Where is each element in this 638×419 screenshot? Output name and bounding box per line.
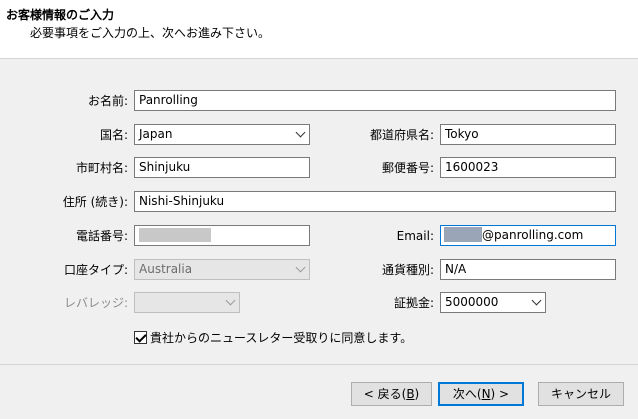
next-button-text: 次へ( bbox=[452, 387, 482, 401]
email-selection-highlight bbox=[444, 227, 482, 242]
city-field[interactable]: Shinjuku bbox=[134, 157, 310, 178]
newsletter-label: 貴社からのニュースレター受取りに同意します。 bbox=[150, 331, 413, 345]
page-title: お客様情報のご入力 bbox=[6, 8, 115, 22]
back-button-accesskey: B bbox=[406, 387, 415, 401]
back-button-text-end: ) bbox=[414, 387, 420, 401]
postal-code-field[interactable]: 1600023 bbox=[440, 157, 616, 178]
footer-divider bbox=[0, 364, 638, 365]
chevron-down-icon bbox=[295, 262, 306, 273]
email-field[interactable]: @panrolling.com bbox=[440, 225, 616, 246]
name-field[interactable]: Panrolling bbox=[134, 90, 616, 111]
redacted-phone bbox=[139, 227, 211, 242]
currency-label: 通貨種別: bbox=[381, 263, 434, 277]
leverage-select[interactable] bbox=[134, 292, 240, 313]
chevron-down-icon bbox=[225, 295, 236, 306]
postal-label: 郵便番号: bbox=[381, 161, 434, 175]
chevron-down-icon bbox=[531, 295, 542, 306]
address-field[interactable]: Nishi-Shinjuku bbox=[134, 191, 616, 212]
newsletter-option[interactable]: 貴社からのニュースレター受取りに同意します。 bbox=[134, 330, 412, 346]
phone-label: 電話番号: bbox=[75, 229, 128, 243]
phone-field[interactable] bbox=[134, 225, 310, 246]
currency-field[interactable]: N/A bbox=[440, 259, 616, 280]
wizard-header: お客様情報のご入力 必要事項をご入力の上、次へお進み下さい。 bbox=[0, 0, 638, 59]
prefecture-label: 都道府県名: bbox=[369, 128, 434, 142]
account-type-label: 口座タイプ: bbox=[63, 263, 128, 277]
next-button-accesskey: N bbox=[481, 387, 491, 401]
country-select[interactable]: Japan bbox=[134, 124, 310, 145]
next-button[interactable]: 次へ(N) > bbox=[438, 382, 524, 406]
deposit-label: 証拠金: bbox=[393, 296, 434, 310]
newsletter-checkbox[interactable] bbox=[134, 331, 147, 344]
chevron-down-icon bbox=[295, 127, 306, 138]
email-label: Email: bbox=[396, 229, 434, 243]
page-subtitle: 必要事項をご入力の上、次へお進み下さい。 bbox=[30, 26, 271, 40]
cancel-button[interactable]: キャンセル bbox=[538, 382, 624, 406]
country-label: 国名: bbox=[99, 128, 128, 142]
city-label: 市町村名: bbox=[75, 161, 128, 175]
back-button[interactable]: < 戻る(B) bbox=[351, 382, 432, 406]
address-label: 住所 (続き): bbox=[62, 195, 128, 209]
email-domain: @panrolling.com bbox=[482, 228, 584, 242]
next-button-text-end: ) > bbox=[490, 387, 510, 401]
country-select-value: Japan bbox=[139, 127, 173, 141]
account-type-value: Australia bbox=[139, 262, 193, 276]
leverage-label: レバレッジ: bbox=[63, 296, 128, 310]
prefecture-field[interactable]: Tokyo bbox=[440, 124, 616, 145]
account-type-select[interactable]: Australia bbox=[134, 259, 310, 280]
name-label: お名前: bbox=[87, 94, 128, 108]
back-button-text: < 戻る( bbox=[363, 387, 407, 401]
deposit-value: 5000000 bbox=[445, 295, 499, 309]
deposit-select[interactable]: 5000000 bbox=[440, 292, 546, 313]
